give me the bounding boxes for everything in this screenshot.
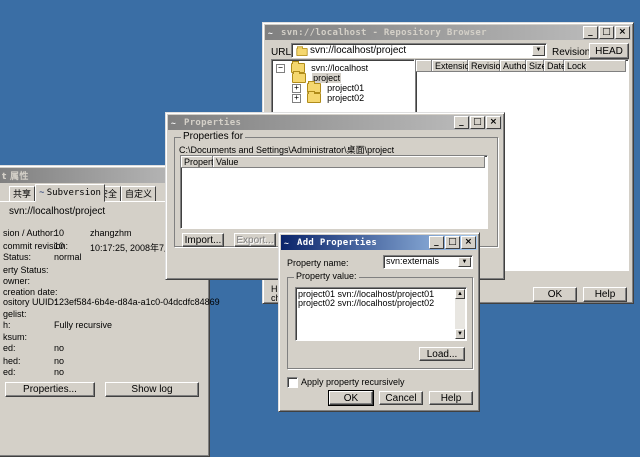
properties-list[interactable]: Property Value	[180, 155, 488, 229]
tab-subversion[interactable]: ~ Subversion	[35, 184, 105, 202]
close-button[interactable]: ×	[486, 116, 501, 129]
ok-button[interactable]: OK	[328, 390, 374, 406]
tortoise-icon: ~	[284, 238, 290, 248]
properties-for-label: Properties for	[181, 131, 246, 142]
info-row-value: normal	[54, 252, 82, 262]
property-name-label: Property name:	[287, 258, 349, 268]
column-header-author[interactable]: Author	[500, 60, 530, 72]
property-name-value: svn:externals	[386, 256, 440, 266]
collapse-icon[interactable]: −	[276, 63, 285, 73]
info-row-value: no	[54, 367, 65, 377]
help-button[interactable]: Help	[583, 287, 627, 302]
svn-url: svn://localhost/project	[9, 206, 106, 217]
property-name-combobox[interactable]: svn:externals ▼	[383, 255, 473, 269]
repo-browser-title: svn://localhost - Repository Browser	[281, 27, 487, 38]
scroll-up-icon[interactable]: ▲	[455, 289, 465, 299]
properties-button[interactable]: Properties...	[5, 382, 95, 397]
url-value: svn://localhost/project	[310, 45, 407, 56]
repo-browser-titlebar[interactable]: ~ svn://localhost - Repository Browser _…	[265, 25, 631, 40]
head-button[interactable]: HEAD	[589, 43, 629, 59]
folder-properties-title: t 属性	[2, 172, 29, 182]
load-button[interactable]: Load...	[419, 347, 465, 361]
minimize-button[interactable]: _	[429, 236, 444, 249]
info-row-label: erty Status:	[3, 265, 49, 275]
info-row-label: ed:	[3, 367, 16, 377]
value-line-2: project02 svn://localhost/project02	[298, 298, 435, 308]
close-button[interactable]: ×	[615, 26, 630, 39]
info-row-label: ed:	[3, 343, 16, 353]
apply-recursively-label: Apply property recursively	[301, 377, 405, 387]
info-row-label: sion / Author:	[3, 228, 56, 238]
property-value-textarea[interactable]: project01 svn://localhost/project01 proj…	[295, 287, 467, 341]
folder-icon	[296, 46, 308, 56]
info-row-value: 123ef584-6b4e-d84a-a1c0-04dcdfc84869	[54, 297, 220, 307]
info-row-label: creation date:	[3, 287, 58, 297]
tree-node-project02[interactable]: + project02	[292, 91, 365, 104]
add-properties-titlebar[interactable]: ~ Add Properties _ □ ×	[281, 235, 477, 250]
info-row-value: Fully recursive	[54, 320, 113, 330]
folder-icon	[307, 91, 322, 104]
info-row-label: gelist:	[3, 309, 27, 319]
export-button: Export...	[234, 233, 276, 247]
add-properties-title: Add Properties	[297, 237, 378, 248]
maximize-button[interactable]: □	[599, 26, 614, 39]
info-row-value: 10	[54, 241, 65, 251]
dropdown-arrow-icon[interactable]: ▼	[458, 257, 471, 267]
info-row-label: ository UUID:	[3, 297, 57, 307]
tab-custom[interactable]: 自定义	[121, 186, 157, 202]
maximize-button[interactable]: □	[445, 236, 460, 249]
close-button[interactable]: ×	[461, 236, 476, 249]
column-header-revision[interactable]: Revision	[468, 60, 506, 72]
info-row-label: h:	[3, 320, 11, 330]
help-button[interactable]: Help	[429, 391, 473, 405]
apply-recursively-checkbox[interactable]	[287, 377, 298, 388]
column-header-size[interactable]: Size	[526, 60, 547, 72]
column-header-date[interactable]: Date	[544, 60, 566, 72]
tortoise-icon: ~	[171, 118, 177, 128]
add-properties-dialog: ~ Add Properties _ □ × Property name: sv…	[278, 232, 480, 412]
url-combobox[interactable]: svn://localhost/project ▼	[291, 43, 547, 58]
info-row-label: hed:	[3, 356, 21, 366]
tree-label: project02	[327, 93, 365, 103]
show-log-button[interactable]: Show log	[105, 382, 199, 397]
tab-share[interactable]: 共享	[9, 186, 36, 202]
ok-button[interactable]: OK	[533, 287, 577, 302]
scroll-down-icon[interactable]: ▼	[455, 329, 465, 339]
column-header-lock[interactable]: Lock	[564, 60, 626, 72]
column-header-extension[interactable]: Extension	[432, 60, 475, 72]
expand-icon[interactable]: +	[292, 93, 301, 103]
column-header-value[interactable]: Value	[213, 156, 485, 168]
minimize-button[interactable]: _	[454, 116, 469, 129]
tortoise-icon: ~	[39, 187, 47, 197]
maximize-button[interactable]: □	[470, 116, 485, 129]
column-header-blank[interactable]	[416, 60, 432, 72]
property-value-label: Property value:	[294, 271, 359, 281]
info-row-value: 10	[54, 228, 65, 238]
info-row-value-2: zhangzhm	[90, 228, 132, 238]
revision-label: Revision:	[552, 47, 594, 58]
info-row-value: no	[54, 343, 65, 353]
dropdown-arrow-icon[interactable]: ▼	[532, 45, 545, 56]
info-row-value: no	[54, 356, 65, 366]
info-row-label: ksum:	[3, 332, 28, 342]
cancel-button[interactable]: Cancel	[379, 391, 423, 405]
info-row-label: Status:	[3, 252, 32, 262]
tab-subversion-label: Subversion	[46, 188, 101, 198]
minimize-button[interactable]: _	[583, 26, 598, 39]
properties-title: Properties	[184, 117, 242, 128]
vertical-scrollbar[interactable]: ▲ ▼	[455, 289, 465, 339]
info-row-label: owner:	[3, 276, 31, 286]
tortoise-icon: ~	[268, 28, 274, 38]
column-header-property[interactable]: Property	[181, 156, 218, 168]
import-button[interactable]: Import...	[182, 233, 224, 247]
properties-titlebar[interactable]: ~ Properties _ □ ×	[168, 115, 502, 130]
